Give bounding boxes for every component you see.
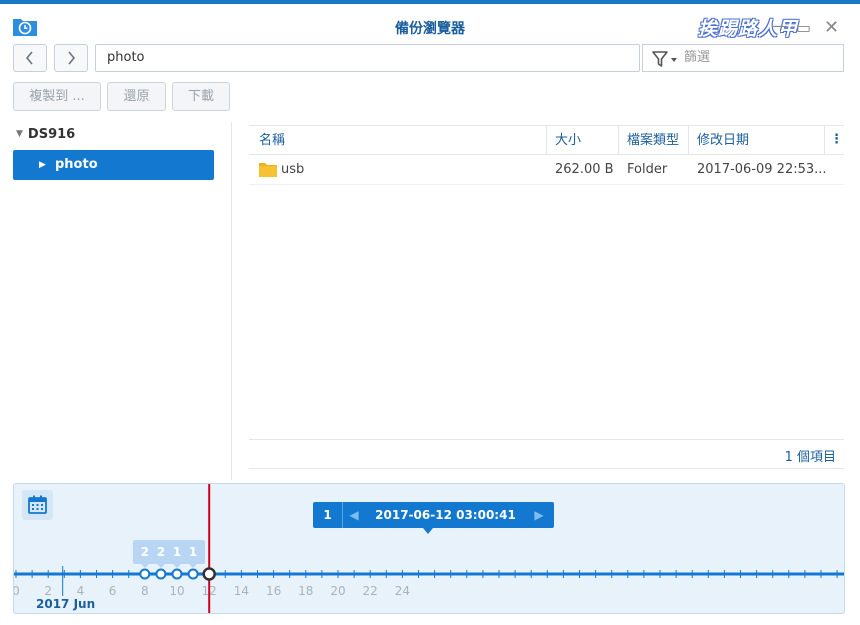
- calendar-icon: [28, 495, 47, 514]
- grid-footer: 1 個項目: [249, 439, 844, 469]
- minimize-button[interactable]: —: [772, 16, 788, 35]
- path-field[interactable]: photo: [95, 44, 640, 72]
- title-bar[interactable]: 備份瀏覽器 挨踢路人甲 — ▭ ✕: [0, 8, 860, 40]
- cell-type: Folder: [627, 162, 668, 177]
- folder-icon: [259, 163, 277, 177]
- tick-label: 22: [362, 584, 378, 598]
- file-grid: 名稱 大小 檔案類型 修改日期 ⋮ usb 262.00 B Folder 20…: [249, 125, 844, 470]
- snapshot-timeline[interactable]: 1 ◀ 2017-06-12 03:00:41 ▶ 2211 024681012…: [13, 483, 845, 614]
- column-header-name[interactable]: 名稱: [249, 126, 547, 155]
- grid-header: 名稱 大小 檔案類型 修改日期 ⋮: [249, 125, 844, 155]
- cell-name: usb: [281, 162, 305, 177]
- tick-label: 0: [14, 584, 20, 598]
- snapshot-count-badge: 1: [313, 502, 343, 528]
- tick-label: 8: [140, 584, 149, 598]
- chevron-left-icon: [25, 51, 33, 65]
- cell-modified: 2017-06-09 22:53...: [697, 162, 827, 177]
- column-header-modified[interactable]: 修改日期: [689, 126, 825, 155]
- tick-label: 2: [44, 584, 53, 598]
- column-header-size[interactable]: 大小: [547, 126, 619, 155]
- column-header-type[interactable]: 檔案類型: [619, 126, 689, 155]
- folder-tree: ▼ DS916 ▶ photo: [0, 122, 232, 480]
- month-label: 2017 Jun: [36, 597, 96, 611]
- tick-label: 18: [298, 584, 314, 598]
- snapshot-point: [155, 568, 167, 580]
- tick-label: 10: [169, 584, 185, 598]
- caret-down-icon[interactable]: ▼: [16, 129, 23, 139]
- table-row[interactable]: usb 262.00 B Folder 2017-06-09 22:53...: [249, 155, 844, 185]
- caret-right-icon[interactable]: ▶: [39, 150, 46, 180]
- tree-root-node[interactable]: ▼ DS916: [16, 127, 75, 142]
- backup-explorer-window: 備份瀏覽器 挨踢路人甲 — ▭ ✕ photo 篩選 複製到 ... 還原 下載…: [0, 0, 860, 625]
- snapshot-count-badge[interactable]: 1: [181, 540, 206, 568]
- tick-label: 14: [233, 584, 250, 598]
- snapshot-point: [171, 568, 183, 580]
- maximize-button[interactable]: ▭: [796, 18, 811, 37]
- forward-button[interactable]: [54, 44, 88, 72]
- pill-pointer: [423, 528, 433, 534]
- panel-splitter[interactable]: [232, 122, 248, 480]
- snapshot-point: [139, 568, 151, 580]
- filter-icon: [652, 51, 677, 67]
- back-button[interactable]: [13, 44, 47, 72]
- tree-item-label: photo: [55, 157, 98, 172]
- tick-label: 24: [394, 584, 411, 598]
- tick-label: 4: [76, 584, 85, 598]
- tree-root-label: DS916: [27, 127, 76, 142]
- item-count: 1 個項目: [784, 450, 836, 465]
- tick-label: 20: [330, 584, 346, 598]
- download-button[interactable]: 下載: [172, 82, 230, 111]
- copy-to-button[interactable]: 複製到 ...: [13, 82, 101, 111]
- calendar-button[interactable]: [22, 490, 53, 520]
- filter-input[interactable]: 篩選: [682, 44, 844, 72]
- column-menu-icon[interactable]: ⋮: [829, 126, 844, 155]
- restore-button[interactable]: 還原: [107, 82, 166, 111]
- chevron-right-icon: [68, 51, 76, 65]
- selected-snapshot-pill: 1 ◀ 2017-06-12 03:00:41 ▶: [313, 502, 554, 534]
- snapshot-point: [187, 568, 199, 580]
- cell-size: 262.00 B: [555, 162, 614, 177]
- snapshot-datetime: 2017-06-12 03:00:41: [375, 508, 516, 522]
- next-snapshot-icon[interactable]: ▶: [531, 502, 547, 528]
- tick-label: 6: [108, 584, 117, 598]
- filter-button[interactable]: [642, 44, 682, 72]
- tree-item-photo[interactable]: ▶ photo: [13, 150, 214, 180]
- tick-label: 12: [201, 584, 217, 598]
- close-button[interactable]: ✕: [824, 17, 839, 38]
- selected-snapshot-point: [202, 567, 216, 581]
- previous-snapshot-icon[interactable]: ◀: [346, 502, 362, 528]
- tick-label: 16: [265, 584, 282, 598]
